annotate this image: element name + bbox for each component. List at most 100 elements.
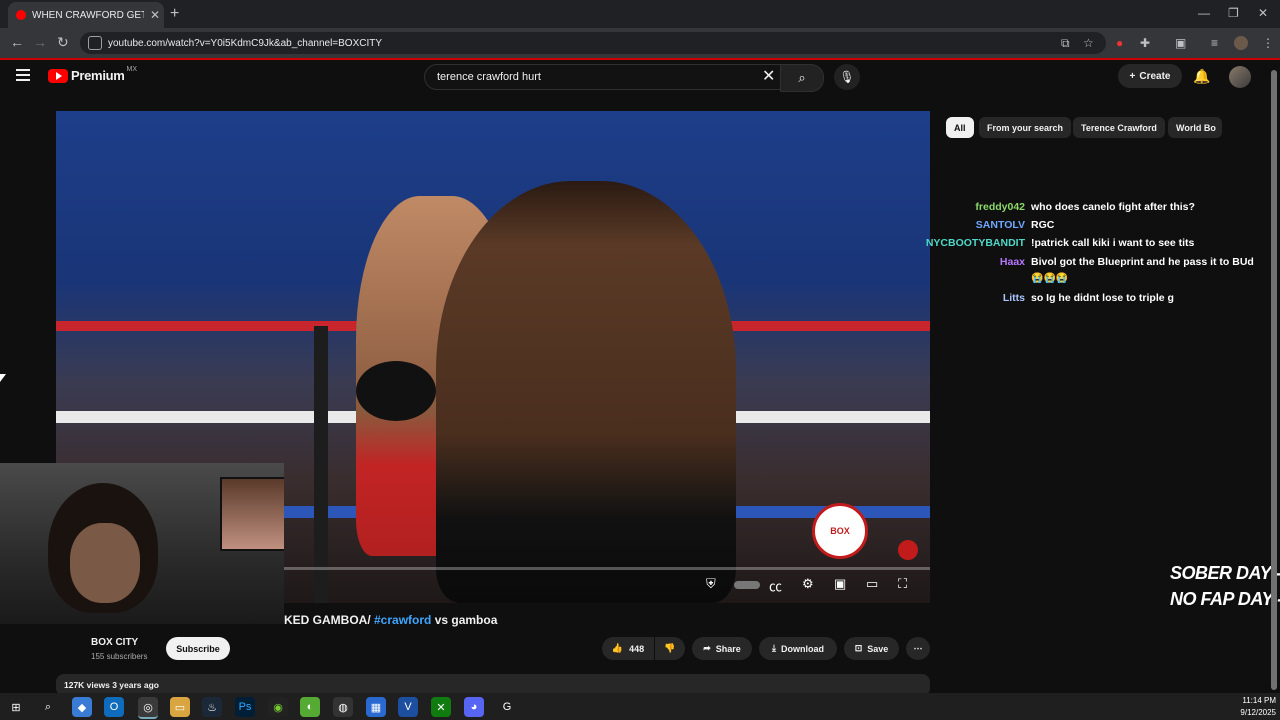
chip-world-boxing[interactable]: World Bo	[1168, 117, 1222, 138]
app-icon[interactable]: ◉	[268, 697, 288, 717]
video-title-text: KED GAMBOA/	[284, 613, 374, 627]
chat-username: SANTOLV	[975, 219, 1025, 231]
clock-time: 11:14 PM	[1242, 696, 1276, 705]
download-label: Download	[780, 643, 824, 654]
logo-region: MX	[126, 66, 138, 73]
download-icon: ⤓	[772, 643, 776, 653]
search-icon: ⌕	[798, 70, 806, 85]
mouse-cursor-icon	[0, 374, 6, 382]
store-icon[interactable]: ▦	[366, 697, 386, 717]
miniplayer-icon[interactable]: ▣	[834, 576, 846, 592]
webcam-overlay	[0, 463, 284, 624]
outlook-icon[interactable]: O	[104, 697, 124, 717]
chat-username: Litts	[1002, 292, 1025, 304]
chip-all[interactable]: All	[946, 117, 974, 138]
save-label: Save	[867, 643, 889, 654]
bookmark-star-icon[interactable]: ☆	[1083, 36, 1094, 50]
captions-icon[interactable]: ㏄	[769, 576, 782, 595]
like-count: 448	[629, 643, 645, 654]
more-actions-button[interactable]: ⋯	[906, 637, 930, 660]
chat-username: Haax	[999, 256, 1025, 268]
reload-icon[interactable]: ↻	[57, 34, 69, 51]
scrollbar-thumb[interactable]	[1271, 70, 1277, 690]
share-button[interactable]: ➦ Share	[692, 637, 752, 660]
create-label: Create	[1139, 70, 1171, 82]
search-taskbar-icon[interactable]: ⌕	[38, 697, 58, 717]
channel-watermark-logo[interactable]: BOX	[812, 503, 868, 559]
copilot-icon[interactable]: ◆	[72, 697, 92, 717]
search-input[interactable]	[435, 70, 739, 84]
xbox-icon[interactable]: ✕	[431, 697, 451, 717]
notifications-bell-icon[interactable]: 🔔	[1193, 68, 1210, 85]
chat-message: RGC	[1031, 219, 1055, 231]
browser-tab-bar	[0, 0, 1280, 28]
extension-icon[interactable]: ●	[1116, 36, 1123, 50]
like-button[interactable]: 👍 448	[602, 637, 654, 660]
address-bar[interactable]: youtube.com/watch?v=Y0i5KdmC9Jk&ab_chann…	[80, 32, 1106, 54]
photoshop-icon[interactable]: Ps	[235, 697, 255, 717]
no-fap-day-counter: NO FAP DAY - 1	[1170, 589, 1280, 609]
page-scrollbar[interactable]	[1270, 60, 1278, 692]
download-button[interactable]: ⤓ Download	[759, 637, 837, 660]
youtube-logo[interactable]: Premium MX	[48, 66, 138, 83]
thumbs-up-icon: 👍	[611, 643, 624, 653]
create-button[interactable]: + Create	[1118, 64, 1182, 88]
minimize-button[interactable]: —	[1198, 6, 1210, 20]
subscribe-button[interactable]: Subscribe	[166, 637, 230, 660]
windows-start-icon[interactable]: ⊞	[6, 697, 26, 717]
forward-arrow-icon[interactable]: →	[33, 34, 47, 50]
youtube-favicon-icon	[16, 10, 26, 20]
save-button[interactable]: ⊡ Save	[844, 637, 899, 660]
clock-date: 9/12/2025	[1240, 708, 1276, 717]
system-clock[interactable]: 11:14 PM 9/12/2025	[1230, 695, 1276, 719]
subscriber-count: 155 subscribers	[91, 652, 148, 661]
extensions-puzzle-icon[interactable]: ✚	[1140, 36, 1150, 50]
shield-icon[interactable]: ⛨	[706, 576, 716, 592]
channel-branding-icon[interactable]	[898, 540, 918, 560]
page-loading-bar	[0, 58, 1280, 60]
fullscreen-icon[interactable]: ⛶	[898, 576, 907, 592]
sidepanel-icon[interactable]: ▣	[1175, 36, 1186, 50]
file-explorer-icon[interactable]: ▭	[170, 697, 190, 717]
hashtag-link[interactable]: #crawford	[374, 613, 431, 627]
menu-hamburger-icon[interactable]	[16, 69, 30, 84]
autoplay-toggle[interactable]	[734, 581, 760, 589]
vegas-icon[interactable]: V	[398, 697, 418, 717]
app-icon-3[interactable]: G	[497, 697, 517, 717]
chat-message: 😭😭😭	[1031, 273, 1069, 284]
steam-icon[interactable]: ♨	[202, 697, 222, 717]
browser-menu-icon[interactable]: ⋮	[1262, 36, 1274, 50]
video-title: KED GAMBOA/ #crawford vs gamboa	[284, 613, 497, 627]
profile-avatar[interactable]	[1234, 36, 1248, 50]
dislike-button[interactable]: 👎	[655, 637, 685, 660]
chat-username: NYCBOOTYBANDIT	[925, 237, 1025, 249]
discord-icon[interactable]: ◕	[464, 697, 484, 717]
obs-icon[interactable]: ◍	[333, 697, 353, 717]
clear-search-icon[interactable]: ✕	[762, 66, 775, 86]
chip-terence-crawford[interactable]: Terence Crawford	[1073, 117, 1165, 138]
restore-button[interactable]: ❐	[1228, 6, 1239, 20]
app-icon-2[interactable]: ◐	[300, 697, 320, 717]
view-count-date: 127K views 3 years ago	[64, 680, 159, 690]
tab-close-icon[interactable]: ✕	[150, 8, 160, 22]
settings-gear-icon[interactable]: ⚙	[802, 576, 814, 592]
share-icon: ➦	[703, 643, 711, 653]
install-app-icon[interactable]: ⧉	[1061, 36, 1070, 51]
channel-name[interactable]: BOX CITY	[91, 637, 138, 648]
thumbs-down-icon: 👎	[664, 643, 676, 653]
search-button[interactable]: ⌕	[780, 64, 824, 92]
share-label: Share	[715, 643, 741, 654]
voice-search-button[interactable]: 🎙	[834, 64, 860, 90]
reading-list-icon[interactable]: ≡	[1211, 36, 1218, 50]
account-avatar[interactable]	[1229, 66, 1251, 88]
chat-message: !patrick call kiki i want to see tits	[1031, 237, 1195, 249]
browser-tab[interactable]: WHEN CRAWFORD GET HURT ! ✕	[8, 2, 164, 28]
site-info-icon[interactable]	[88, 36, 102, 50]
chrome-icon[interactable]: ◎	[138, 697, 158, 719]
theater-mode-icon[interactable]: ▭	[866, 576, 878, 592]
close-window-button[interactable]: ✕	[1258, 6, 1268, 20]
chip-from-your-search[interactable]: From your search	[979, 117, 1072, 138]
youtube-play-icon	[48, 68, 68, 83]
back-arrow-icon[interactable]: ←	[10, 34, 24, 50]
new-tab-button[interactable]: +	[170, 5, 179, 23]
